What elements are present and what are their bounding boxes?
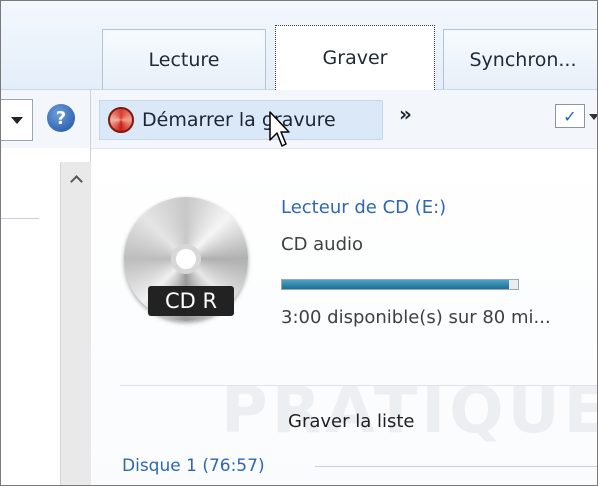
capacity-text: 3:00 disponible(s) sur 80 mi... [281, 307, 551, 328]
view-dropdown-button[interactable] [1, 99, 33, 141]
burn-disc-icon [108, 107, 134, 133]
cd-center-hole [171, 244, 201, 274]
burn-pane: PRATIQUES CD R Lecteur de CD (E:) CD aud… [91, 149, 597, 485]
window: Lecture Graver Synchron... ? Démarrer la… [0, 0, 598, 486]
drive-name[interactable]: Lecteur de CD (E:) [281, 197, 446, 218]
start-burn-label: Démarrer la gravure [142, 109, 336, 131]
tab-synchronize[interactable]: Synchron... [443, 29, 597, 89]
disc-1-separator [315, 466, 597, 467]
cd-type-badge: CD R [148, 286, 234, 316]
burn-options-dropdown-arrow[interactable] [589, 114, 597, 120]
left-pane [1, 148, 91, 485]
left-pane-scrollbar[interactable] [60, 162, 91, 485]
tab-bar: Lecture Graver Synchron... [1, 1, 597, 90]
section-divider [120, 385, 597, 386]
start-burn-button[interactable]: Démarrer la gravure [99, 100, 383, 140]
tab-lecture[interactable]: Lecture [102, 29, 266, 89]
disc-1-label[interactable]: Disque 1 (76:57) [122, 456, 265, 476]
left-pane-separator [1, 218, 39, 219]
more-options-button[interactable]: » [399, 102, 412, 126]
disc-usage-bar [281, 279, 519, 290]
burn-list-title: Graver la liste [288, 411, 415, 432]
scroll-up-arrow-icon[interactable] [61, 168, 91, 188]
media-type: CD audio [281, 234, 364, 255]
help-icon[interactable]: ? [47, 104, 75, 132]
mouse-pointer-icon [269, 111, 290, 147]
disc-usage-fill [282, 280, 509, 289]
burn-options-icon[interactable]: ✓ [555, 104, 585, 128]
tab-graver[interactable]: Graver [275, 25, 435, 90]
